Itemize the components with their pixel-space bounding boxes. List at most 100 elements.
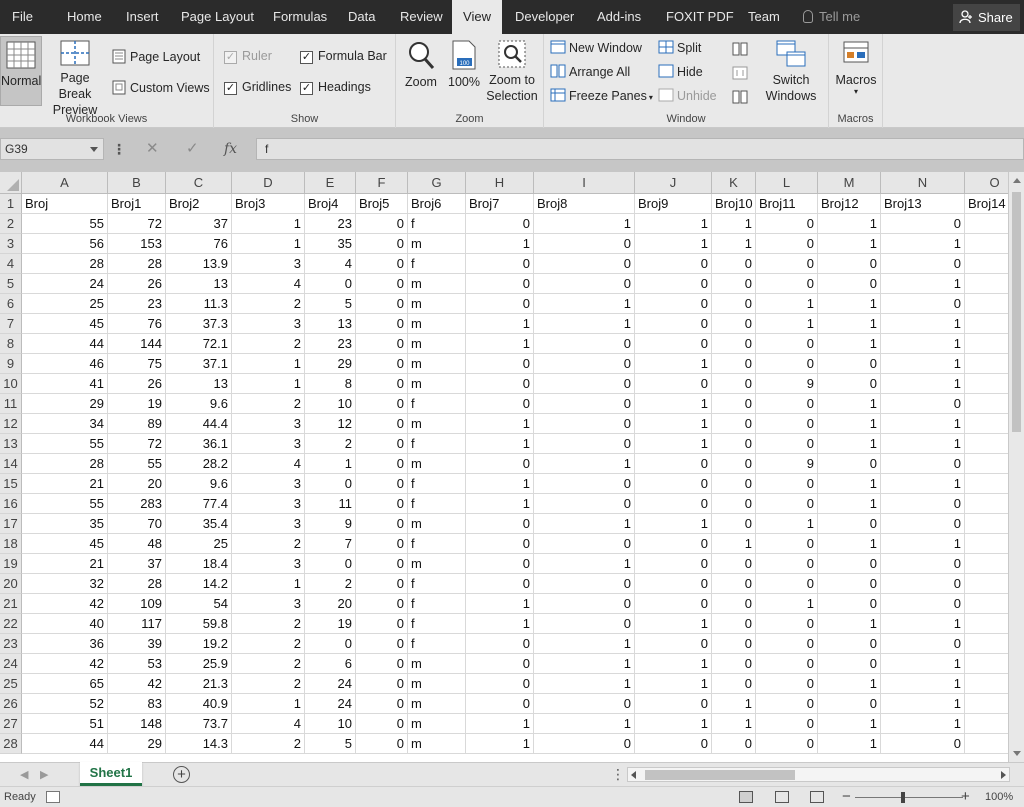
cell[interactable]: 0 bbox=[466, 694, 534, 714]
header-cell[interactable]: Broj5 bbox=[356, 194, 408, 214]
row-header[interactable]: 15 bbox=[0, 474, 22, 494]
cell[interactable]: 9 bbox=[305, 514, 356, 534]
cell[interactable]: 0 bbox=[635, 274, 712, 294]
cell[interactable]: 0 bbox=[466, 654, 534, 674]
cell[interactable]: 41 bbox=[22, 374, 108, 394]
cell[interactable]: 1 bbox=[881, 314, 965, 334]
cell[interactable]: 1 bbox=[232, 374, 305, 394]
cell[interactable]: 1 bbox=[534, 674, 635, 694]
cell[interactable]: 1 bbox=[881, 374, 965, 394]
cell[interactable]: 0 bbox=[818, 554, 881, 574]
cell[interactable]: 2 bbox=[232, 534, 305, 554]
cell[interactable]: 13 bbox=[166, 374, 232, 394]
row-header[interactable]: 28 bbox=[0, 734, 22, 754]
header-cell[interactable]: Broj12 bbox=[818, 194, 881, 214]
cell[interactable]: 65 bbox=[22, 674, 108, 694]
cell[interactable]: 0 bbox=[712, 494, 756, 514]
cell[interactable]: 0 bbox=[881, 554, 965, 574]
cell[interactable]: 0 bbox=[881, 514, 965, 534]
cell[interactable]: m bbox=[408, 314, 466, 334]
cell[interactable]: 0 bbox=[356, 234, 408, 254]
cell[interactable]: f bbox=[408, 474, 466, 494]
cell[interactable]: 0 bbox=[356, 454, 408, 474]
cell[interactable]: 0 bbox=[881, 254, 965, 274]
cell[interactable]: 0 bbox=[756, 334, 818, 354]
cell[interactable]: 0 bbox=[356, 274, 408, 294]
cell[interactable]: 0 bbox=[356, 574, 408, 594]
cell[interactable]: 1 bbox=[635, 414, 712, 434]
row-header[interactable]: 24 bbox=[0, 654, 22, 674]
cell[interactable]: 0 bbox=[756, 554, 818, 574]
cell[interactable]: 0 bbox=[756, 434, 818, 454]
cell[interactable]: 0 bbox=[466, 634, 534, 654]
cell[interactable]: 1 bbox=[881, 234, 965, 254]
cell[interactable]: m bbox=[408, 354, 466, 374]
row-header[interactable]: 20 bbox=[0, 574, 22, 594]
cell[interactable]: 1 bbox=[466, 414, 534, 434]
cell[interactable]: 1 bbox=[818, 334, 881, 354]
cell[interactable]: f bbox=[408, 634, 466, 654]
cell[interactable]: 46 bbox=[22, 354, 108, 374]
cell[interactable]: 0 bbox=[356, 514, 408, 534]
cell[interactable]: 1 bbox=[881, 334, 965, 354]
cell[interactable]: 1 bbox=[635, 394, 712, 414]
cell[interactable]: 0 bbox=[818, 254, 881, 274]
cell[interactable]: f bbox=[408, 494, 466, 514]
cell[interactable]: 0 bbox=[466, 454, 534, 474]
cell[interactable]: 0 bbox=[356, 214, 408, 234]
cell[interactable]: 5 bbox=[305, 734, 356, 754]
cell[interactable]: 1 bbox=[818, 534, 881, 554]
cell[interactable]: 109 bbox=[108, 594, 166, 614]
cell[interactable]: 0 bbox=[818, 454, 881, 474]
cell[interactable]: 1 bbox=[534, 454, 635, 474]
cell[interactable]: 2 bbox=[232, 394, 305, 414]
tab-review[interactable]: Review bbox=[400, 0, 443, 34]
cell[interactable]: 2 bbox=[232, 334, 305, 354]
cell[interactable]: 0 bbox=[534, 614, 635, 634]
row-header[interactable]: 8 bbox=[0, 334, 22, 354]
cell[interactable]: f bbox=[408, 594, 466, 614]
cell[interactable]: 13 bbox=[166, 274, 232, 294]
cell[interactable]: 0 bbox=[534, 594, 635, 614]
cell[interactable]: 26 bbox=[108, 274, 166, 294]
cell[interactable]: 1 bbox=[881, 674, 965, 694]
cell[interactable]: 0 bbox=[356, 694, 408, 714]
cell[interactable]: 1 bbox=[881, 434, 965, 454]
cell[interactable]: 0 bbox=[305, 634, 356, 654]
cell[interactable]: 20 bbox=[108, 474, 166, 494]
column-header-e[interactable]: E bbox=[305, 172, 356, 194]
cell[interactable]: 52 bbox=[22, 694, 108, 714]
cell[interactable]: 0 bbox=[356, 354, 408, 374]
cell[interactable]: 0 bbox=[534, 694, 635, 714]
cell[interactable]: 0 bbox=[356, 674, 408, 694]
cell[interactable]: 0 bbox=[756, 494, 818, 514]
cell[interactable]: 36 bbox=[22, 634, 108, 654]
cell[interactable]: 0 bbox=[635, 534, 712, 554]
cell[interactable]: 37.3 bbox=[166, 314, 232, 334]
cell[interactable]: 3 bbox=[232, 474, 305, 494]
cell[interactable]: 1 bbox=[466, 614, 534, 634]
cell[interactable]: 42 bbox=[22, 654, 108, 674]
cell[interactable]: 0 bbox=[466, 254, 534, 274]
cell[interactable]: 9 bbox=[756, 454, 818, 474]
cell[interactable]: 0 bbox=[466, 554, 534, 574]
cell[interactable]: 55 bbox=[22, 494, 108, 514]
cell[interactable]: 21.3 bbox=[166, 674, 232, 694]
cell[interactable]: 1 bbox=[818, 214, 881, 234]
cell[interactable]: 3 bbox=[232, 594, 305, 614]
cell[interactable]: 1 bbox=[818, 314, 881, 334]
column-header-a[interactable]: A bbox=[22, 172, 108, 194]
cell[interactable]: 14.2 bbox=[166, 574, 232, 594]
column-header-f[interactable]: F bbox=[356, 172, 408, 194]
select-all-button[interactable] bbox=[0, 172, 22, 194]
cell[interactable]: 0 bbox=[712, 454, 756, 474]
tab-developer[interactable]: Developer bbox=[515, 0, 574, 34]
cell[interactable]: 55 bbox=[22, 214, 108, 234]
cell[interactable]: 11.3 bbox=[166, 294, 232, 314]
cell[interactable]: 29 bbox=[108, 734, 166, 754]
cell[interactable]: 13.9 bbox=[166, 254, 232, 274]
cell[interactable]: 1 bbox=[818, 434, 881, 454]
cell[interactable]: 1 bbox=[635, 234, 712, 254]
cell[interactable]: 1 bbox=[756, 314, 818, 334]
cell[interactable]: 1 bbox=[534, 514, 635, 534]
